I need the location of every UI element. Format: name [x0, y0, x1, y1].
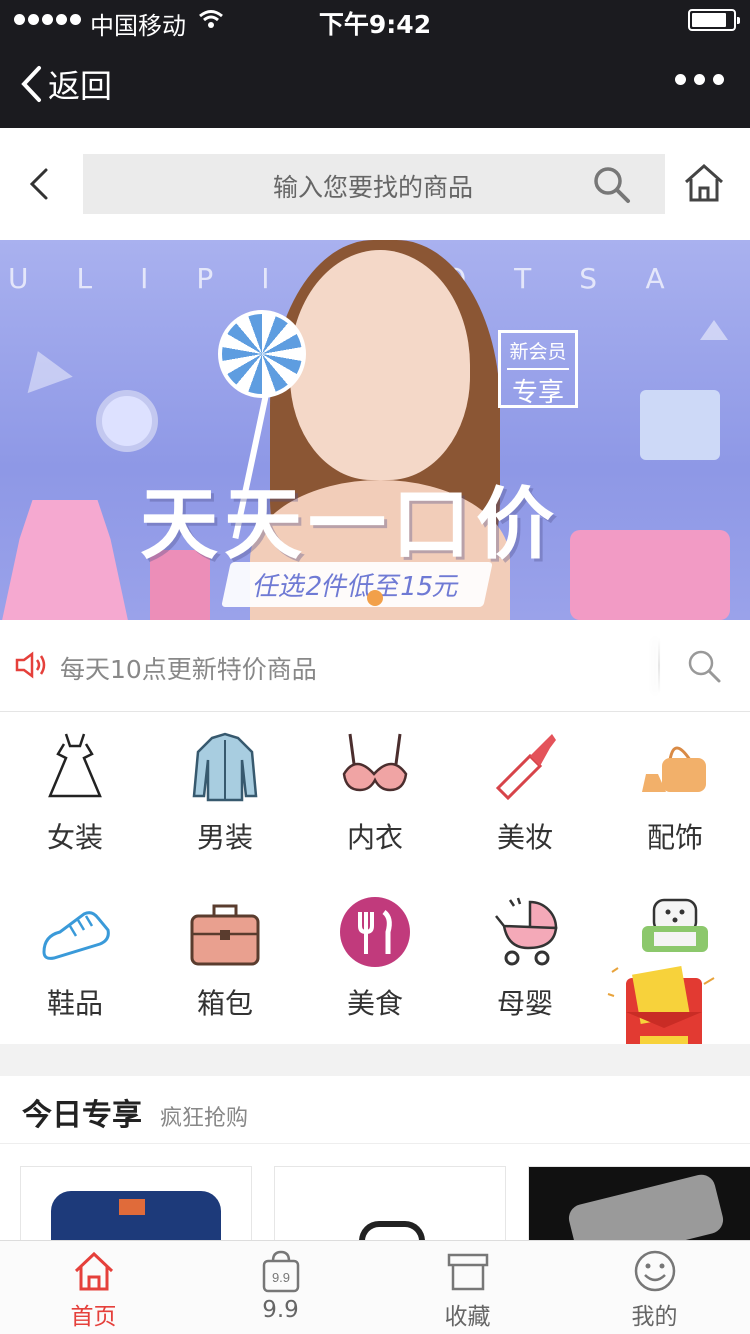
divider [658, 638, 660, 694]
carousel-dot[interactable] [367, 590, 383, 606]
product-card[interactable] [274, 1166, 506, 1240]
dress-icon [48, 733, 102, 798]
bra-icon [342, 733, 408, 792]
tab-mine[interactable]: 我的 [561, 1241, 748, 1334]
search-icon[interactable] [593, 166, 631, 204]
smiley-icon [634, 1250, 676, 1292]
svg-text:9.9: 9.9 [272, 1270, 290, 1285]
tab-label: 首页 [70, 1304, 117, 1330]
category-item[interactable]: 内衣 [300, 712, 450, 878]
notice-text: 每天10点更新特价商品 [60, 655, 317, 684]
tab-nine[interactable]: 9.9 9.9 [187, 1241, 374, 1334]
banner-subline: 任选2件低至15元 [221, 562, 493, 607]
back-button[interactable]: 返回 [20, 62, 112, 106]
status-time: 下午9:42 [318, 10, 432, 39]
pink-bag-image [570, 530, 730, 620]
watch-icon [96, 390, 158, 452]
chevron-left-icon [21, 66, 41, 102]
speaker-icon [15, 651, 46, 679]
section-gap [0, 1044, 750, 1076]
search-placeholder: 输入您要找的商品 [272, 173, 473, 202]
category-item[interactable]: 母婴 [450, 878, 600, 1044]
category-label: 箱包 [196, 987, 253, 1020]
model-face [290, 250, 470, 480]
category-item[interactable]: 美妆 [450, 712, 600, 878]
dress-image [0, 500, 130, 620]
category-label: 鞋品 [46, 987, 103, 1020]
box-icon [447, 1253, 489, 1291]
category-label: 母婴 [496, 987, 553, 1020]
banner-headline: 天天一口价 [140, 480, 561, 570]
promo-banner[interactable]: ULIPIG OTSA 新会员 专享 天天一口价 任选2件低至15元 [0, 240, 750, 620]
lollipop-icon [218, 310, 306, 398]
category-label: 美食 [346, 987, 403, 1020]
category-item[interactable]: 配饰 [600, 712, 750, 878]
jacket-icon [192, 732, 258, 802]
decor-triangle [700, 320, 728, 340]
home-icon [74, 1251, 114, 1291]
category-item[interactable]: 鞋品 [0, 878, 150, 1044]
sofa-icon [642, 898, 708, 952]
member-badge: 新会员 专享 [498, 330, 578, 408]
category-label: 男装 [196, 821, 253, 854]
tab-home[interactable]: 首页 [0, 1241, 187, 1334]
tab-label: 我的 [631, 1304, 678, 1330]
more-button[interactable] [675, 74, 724, 85]
category-item[interactable]: 美食 [300, 878, 450, 1044]
category-label: 女装 [46, 821, 103, 854]
tab-label: 9.9 [262, 1297, 299, 1323]
notice-bar: 每天10点更新特价商品 [0, 620, 750, 712]
category-label: 美妆 [496, 821, 553, 854]
product-image [359, 1221, 425, 1240]
status-bar: 中国移动 下午9:42 [0, 0, 750, 40]
accessory-icon [642, 746, 706, 792]
category-label: 内衣 [346, 821, 403, 854]
food-icon [340, 897, 410, 967]
home-icon[interactable] [682, 162, 726, 204]
shoe-icon [42, 911, 110, 960]
product-tag [119, 1199, 145, 1215]
handbag-image [640, 390, 720, 460]
category-item[interactable]: 男装 [150, 712, 300, 878]
battery-icon [688, 9, 740, 31]
price-bag-icon: 9.9 [262, 1250, 300, 1293]
badge-line2: 专享 [507, 368, 569, 409]
lipstick-icon [495, 734, 556, 801]
badge-line1: 新会员 [509, 341, 567, 363]
decor-triangle [15, 342, 73, 394]
category-item[interactable]: 箱包 [150, 878, 300, 1044]
back-label: 返回 [48, 67, 113, 105]
search-icon[interactable] [686, 648, 722, 684]
section-title: 今日专享 [22, 1098, 142, 1133]
chevron-left-icon[interactable] [24, 164, 54, 204]
product-card[interactable] [20, 1166, 252, 1240]
section-subtitle: 疯狂抢购 [160, 1106, 249, 1131]
bag-icon [190, 904, 260, 966]
search-header: 输入您要找的商品 [0, 128, 750, 240]
stroller-icon [495, 897, 558, 966]
tab-favorites[interactable]: 收藏 [374, 1241, 561, 1334]
category-label: 配饰 [646, 821, 703, 854]
category-item[interactable]: 女装 [0, 712, 150, 878]
search-input[interactable]: 输入您要找的商品 [83, 154, 665, 214]
product-card[interactable] [528, 1166, 750, 1240]
today-section-header: 今日专享 疯狂抢购 [0, 1076, 750, 1144]
tab-label: 收藏 [444, 1304, 491, 1330]
product-row [0, 1144, 750, 1240]
top-bar: 中国移动 下午9:42 返回 [0, 0, 750, 128]
tab-bar: 首页 9.9 9.9 收藏 我的 [0, 1240, 750, 1334]
